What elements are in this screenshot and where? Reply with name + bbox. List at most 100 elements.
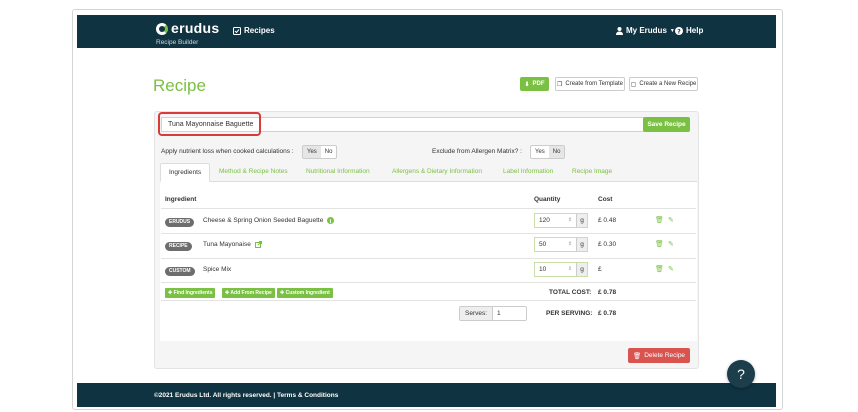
plus-icon: ✚ (225, 290, 230, 296)
plus-icon: ✚ (280, 290, 285, 296)
quantity-input[interactable]: 120 ⇕ g (534, 213, 588, 228)
row-divider (161, 233, 696, 234)
row-divider (161, 300, 696, 301)
nav-account-dropdown[interactable]: My Erudus ▼ (616, 26, 675, 35)
erudus-logo-icon (156, 23, 168, 35)
trash-icon[interactable]: 🗑 (655, 216, 664, 224)
quantity-value: 50 (539, 241, 547, 248)
nutrient-loss-no[interactable]: No (321, 146, 337, 158)
per-serving-label: PER SERVING: (546, 310, 593, 317)
trash-icon: 🗑 (632, 352, 642, 360)
ingredient-cost: £ 0.48 (598, 217, 617, 224)
ingredient-cost: £ 0.30 (598, 241, 617, 248)
ingredient-name[interactable]: Cheese & Spring Onion Seeded Baguette i (203, 217, 335, 224)
page-title: Recipe (153, 76, 206, 95)
nav-recipes-link[interactable]: Recipes (233, 26, 275, 35)
footer-copyright[interactable]: ©2021 Erudus Ltd. All rights reserved. |… (154, 392, 338, 399)
pdf-button[interactable]: ⬇ PDF (520, 77, 549, 91)
nav-help-link[interactable]: ? Help (675, 26, 703, 35)
quantity-input[interactable]: 10 ⇕ g (534, 262, 588, 277)
tab-ingredients[interactable]: Ingredients (160, 163, 211, 182)
pdf-label: PDF (532, 81, 545, 87)
external-link-icon[interactable] (254, 241, 262, 248)
source-tag: ERUDUS (165, 218, 195, 227)
serves-label: Serves: (460, 307, 494, 320)
highlight-annotation (158, 112, 261, 136)
ingredient-name-text: Cheese & Spring Onion Seeded Baguette (203, 217, 324, 224)
svg-text:i: i (330, 219, 332, 224)
tab-label-info[interactable]: Label Information (503, 163, 553, 182)
quantity-value: 120 (539, 217, 550, 224)
row-divider (161, 258, 696, 259)
brand-name: erudus (171, 20, 220, 36)
delete-recipe-label: Delete Recipe (644, 352, 686, 359)
allergen-matrix-toggle[interactable]: Yes No (530, 145, 566, 159)
header-ingredient: Ingredient (165, 196, 197, 203)
tab-allergens-dietary[interactable]: Allergens & Dietary Information (392, 163, 482, 182)
brand-subtitle: Recipe Builder (156, 39, 199, 46)
create-from-template-button[interactable]: ❐ Create from Template (555, 77, 625, 91)
source-tag: CUSTOM (165, 267, 195, 276)
ingredients-table (160, 182, 697, 341)
ingredient-name[interactable]: Tuna Mayonaise (203, 241, 262, 248)
pencil-icon[interactable]: ✎ (668, 240, 674, 248)
trash-icon[interactable]: 🗑 (655, 240, 664, 248)
trash-icon[interactable]: 🗑 (655, 265, 664, 273)
source-tag: RECIPE (165, 242, 192, 251)
spinner-icon[interactable]: ⇕ (568, 214, 576, 227)
spinner-icon[interactable]: ⇕ (568, 263, 576, 276)
ingredient-name-text: Tuna Mayonaise (203, 241, 251, 248)
create-new-recipe-button[interactable]: ▢ Create a New Recipe (629, 77, 698, 91)
unit-label: g (576, 263, 587, 276)
nutrient-loss-label: Apply nutrient loss when cooked calculat… (161, 148, 294, 155)
nutrient-loss-yes[interactable]: Yes (303, 146, 321, 158)
header-cost: Cost (598, 196, 613, 203)
nav-help-label: Help (686, 26, 704, 35)
custom-ingredient-label: Custom Ingredient (285, 290, 330, 296)
nutrient-loss-toggle[interactable]: Yes No (302, 145, 338, 159)
create-new-recipe-label: Create a New Recipe (639, 81, 697, 87)
serves-input[interactable]: 1 (493, 307, 526, 320)
save-recipe-button[interactable]: Save Recipe (643, 117, 690, 132)
copy-icon: ❐ (557, 81, 563, 88)
unit-label: g (576, 214, 587, 227)
total-cost-label: TOTAL COST: (549, 289, 592, 296)
info-icon[interactable]: i (327, 217, 335, 224)
pencil-icon[interactable]: ✎ (668, 216, 674, 224)
tab-nutritional-info[interactable]: Nutritional Information (306, 163, 370, 182)
ingredient-cost: £ (598, 266, 602, 273)
question-circle-icon: ? (675, 26, 683, 35)
help-chat-button[interactable]: ? (727, 360, 755, 388)
checkbox-icon (233, 26, 241, 35)
row-divider (161, 282, 696, 283)
user-icon (616, 26, 623, 35)
svg-text:?: ? (677, 28, 681, 35)
add-from-recipe-button[interactable]: ✚ Add From Recipe (222, 288, 275, 298)
new-file-icon: ▢ (630, 81, 637, 88)
plus-icon: ✚ (168, 290, 173, 296)
tab-recipe-image[interactable]: Recipe Image (572, 163, 612, 182)
tab-method-notes[interactable]: Method & Recipe Notes (219, 163, 288, 182)
delete-recipe-button[interactable]: 🗑 Delete Recipe (628, 348, 690, 363)
total-cost-value: £ 0.78 (598, 289, 617, 296)
spinner-icon[interactable]: ⇕ (568, 238, 576, 251)
unit-label: g (576, 238, 587, 251)
serves-input-group[interactable]: Serves: 1 (459, 306, 528, 321)
row-divider (161, 208, 696, 209)
find-ingredients-button[interactable]: ✚ Find Ingredients (165, 288, 216, 298)
custom-ingredient-button[interactable]: ✚ Custom Ingredient (277, 288, 333, 298)
find-ingredients-label: Find Ingredients (173, 290, 213, 296)
header-quantity: Quantity (534, 196, 561, 203)
allergen-matrix-yes[interactable]: Yes (531, 146, 549, 158)
quantity-value: 10 (539, 266, 547, 273)
nav-recipes-label: Recipes (244, 26, 275, 35)
ingredient-name[interactable]: Spice Mix (203, 266, 231, 273)
allergen-matrix-label: Exclude from Allergen Matrix? : (432, 148, 522, 155)
quantity-input[interactable]: 50 ⇕ g (534, 237, 588, 252)
allergen-matrix-no[interactable]: No (548, 146, 565, 158)
pencil-icon[interactable]: ✎ (668, 265, 674, 273)
download-icon: ⬇ (524, 81, 530, 88)
per-serving-value: £ 0.78 (598, 310, 617, 317)
add-from-recipe-label: Add From Recipe (230, 290, 272, 296)
create-from-template-label: Create from Template (565, 81, 623, 87)
